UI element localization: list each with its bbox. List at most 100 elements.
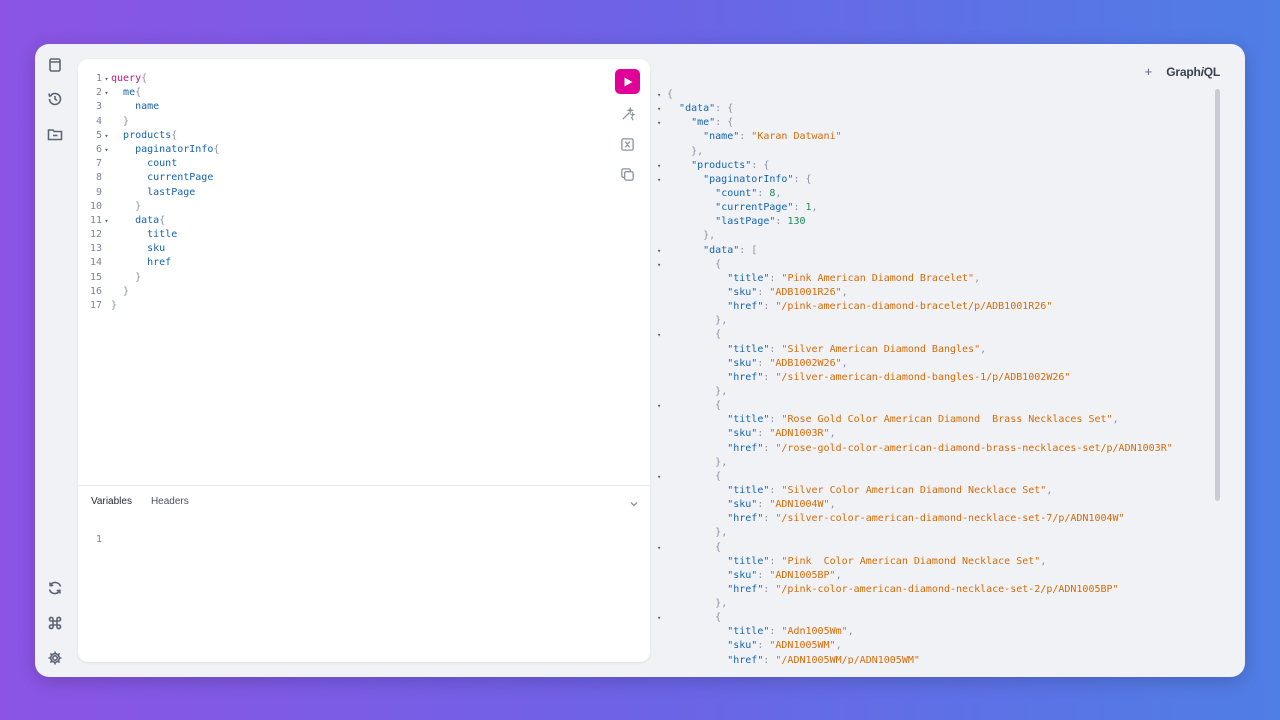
response-scrollbar[interactable] <box>1215 89 1220 501</box>
merge-fragments-button[interactable] <box>615 134 640 154</box>
json-token: }, <box>715 598 728 610</box>
code-line: 15 } <box>88 271 219 285</box>
json-token: "Karan Datwani" <box>751 131 842 143</box>
shortcuts-icon[interactable] <box>46 614 64 632</box>
code-token: lastPage <box>147 186 196 198</box>
json-token: , <box>835 640 842 652</box>
json-token: }, <box>703 230 716 242</box>
json-token: : <box>763 654 776 664</box>
fold-arrow-icon: ▾ <box>657 175 662 184</box>
graphiql-window: 1 ▾ query{2 ▾ me{3 name 4 } 5 ▾ products{6 ▾ pa… <box>35 44 1245 677</box>
json-token: "Pink Color American Diamond Necklace Se… <box>781 555 1041 567</box>
json-token: , <box>1040 555 1047 567</box>
json-token: 130 <box>787 216 806 228</box>
code-line: 9 lastPage <box>88 186 219 200</box>
code-token: { <box>171 129 178 141</box>
code-line: 8 currentPage <box>88 171 219 185</box>
json-token: { <box>715 612 722 624</box>
json-token: : <box>757 569 770 581</box>
code-token: } <box>135 271 142 283</box>
json-token: "me" <box>691 117 716 129</box>
chevron-down-icon[interactable] <box>628 497 640 509</box>
tab-headers[interactable]: Headers <box>151 496 189 507</box>
json-token: "ADN1003R" <box>769 428 830 440</box>
prettify-button[interactable] <box>615 104 640 124</box>
merge-icon <box>621 137 634 151</box>
line-number: 11 <box>89 214 102 226</box>
code-token: sku <box>147 243 166 255</box>
result-header: + GraphiQL <box>1145 64 1221 79</box>
copy-query-button[interactable] <box>615 164 640 184</box>
code-line: 14 href <box>88 256 219 270</box>
magic-wand-icon <box>622 106 635 120</box>
code-token: me <box>123 87 136 99</box>
code-token: currentPage <box>147 172 214 184</box>
variables-editor[interactable]: 1 <box>88 533 102 547</box>
response-line: }, <box>657 597 1217 611</box>
execute-query-button[interactable] <box>615 69 640 94</box>
fold-arrow-icon: ▾ <box>657 246 662 255</box>
json-token: : <box>763 301 776 313</box>
response-line: "sku": "ADN1005BP", <box>657 569 1217 583</box>
code-line: 7 count <box>88 157 219 171</box>
query-editor[interactable]: 1 ▾ query{2 ▾ me{3 name 4 } 5 ▾ products{6 ▾ pa… <box>88 72 219 313</box>
response-line: ▾ "data": [ <box>657 244 1217 258</box>
docs-icon[interactable] <box>46 56 64 74</box>
history-icon[interactable] <box>46 90 64 108</box>
json-token: "/ADN1005WM/p/ADN1005WM" <box>775 654 920 664</box>
response-line: "href": "/silver-american-diamond-bangle… <box>657 371 1217 385</box>
editor-toolbar <box>615 69 641 184</box>
json-token: "products" <box>691 159 752 171</box>
json-token: "data" <box>703 244 740 256</box>
line-number: 9 <box>95 186 102 198</box>
json-token: "title" <box>727 414 770 426</box>
response-line: }, <box>657 314 1217 328</box>
json-token: : <box>769 484 782 496</box>
response-line: "title": "Pink American Diamond Bracelet… <box>657 272 1217 286</box>
response-line: "title": "Adn1005Wm", <box>657 625 1217 639</box>
response-line: ▾ { <box>657 541 1217 555</box>
fold-arrow-icon: ▾ <box>657 119 662 128</box>
refetch-schema-icon[interactable] <box>46 579 64 597</box>
line-number: 13 <box>89 243 102 255</box>
json-token: "paginatorInfo" <box>703 173 794 185</box>
json-token: "/rose-gold-color-american-diamond-brass… <box>775 442 1173 454</box>
json-token: "href" <box>727 371 764 383</box>
json-token: : <box>763 442 776 454</box>
settings-icon[interactable] <box>46 649 64 667</box>
response-line: "name": "Karan Datwani" <box>657 130 1217 144</box>
json-token: , <box>829 499 836 511</box>
code-token: name <box>135 101 160 113</box>
json-token: }, <box>715 527 728 539</box>
json-token: "lastPage" <box>715 216 776 228</box>
add-tab-button[interactable]: + <box>1145 64 1153 79</box>
json-token: "ADB1002W26" <box>769 357 842 369</box>
explorer-icon[interactable] <box>46 125 64 143</box>
code-token: count <box>147 158 178 170</box>
response-line: ▾ { <box>657 258 1217 272</box>
code-token: products <box>123 129 172 141</box>
json-token: : <box>769 414 782 426</box>
fold-arrow-icon: ▾ <box>104 145 109 154</box>
json-token: "title" <box>727 343 770 355</box>
json-token: , <box>974 272 981 284</box>
tab-variables[interactable]: Variables <box>91 496 132 507</box>
line-number: 2 <box>95 87 102 99</box>
response-line: ▾ "data": { <box>657 102 1217 116</box>
